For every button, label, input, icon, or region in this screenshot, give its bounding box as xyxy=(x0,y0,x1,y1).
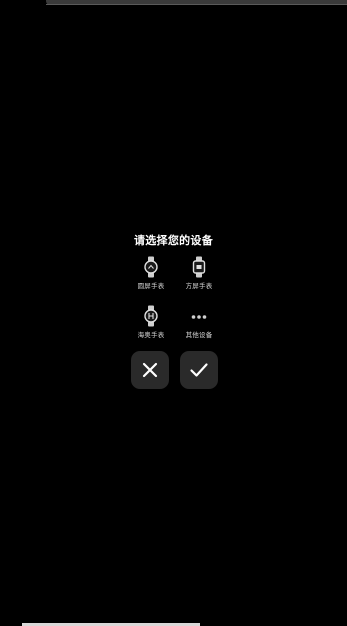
h-watch-icon xyxy=(144,305,158,327)
close-icon xyxy=(142,362,158,378)
device-label: 圆屏手表 xyxy=(137,282,165,290)
device-label: 方屏手表 xyxy=(185,282,213,290)
dialog-title: 请选择您的设备 xyxy=(133,234,214,247)
device-option-other[interactable]: 其他设备 xyxy=(177,305,221,339)
device-label: 其他设备 xyxy=(185,331,213,339)
more-dots-icon xyxy=(191,315,207,319)
round-watch-icon xyxy=(144,256,158,278)
top-bar xyxy=(46,0,347,5)
cancel-button[interactable] xyxy=(131,351,169,389)
device-option-round-watch[interactable]: 圆屏手表 xyxy=(129,256,173,290)
check-icon xyxy=(190,363,208,377)
square-watch-icon xyxy=(192,256,206,278)
confirm-button[interactable] xyxy=(180,351,218,389)
device-option-h-watch[interactable]: 海奥手表 xyxy=(129,305,173,339)
device-option-square-watch[interactable]: 方屏手表 xyxy=(177,256,221,290)
device-label: 海奥手表 xyxy=(137,331,165,339)
